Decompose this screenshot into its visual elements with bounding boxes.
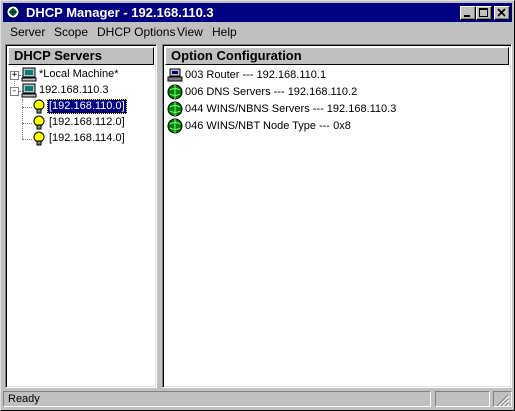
tree-item-scope-192-168-110-0[interactable]: [192.168.110.0]	[30, 99, 154, 115]
menu-server[interactable]: Server	[10, 25, 45, 40]
dhcp-servers-header: DHCP Servers	[8, 47, 154, 65]
dhcp-app-icon[interactable]	[6, 5, 20, 19]
menu-help[interactable]: Help	[212, 25, 237, 40]
tree-item-label: *Local Machine*	[39, 68, 119, 80]
window-title: DHCP Manager - 192.168.110.3	[26, 5, 214, 20]
status-bar: Ready	[3, 390, 512, 408]
title-bar[interactable]: DHCP Manager - 192.168.110.3	[3, 3, 512, 22]
option-text: 006 DNS Servers --- 192.168.110.2	[185, 86, 358, 98]
status-pane-main: Ready	[3, 391, 431, 407]
scope-option-icon	[167, 118, 183, 139]
menu-scope[interactable]: Scope	[54, 25, 88, 40]
tree-item-server-192-168-110-3[interactable]: - 192.168.110.3	[10, 83, 154, 99]
tree-item-label: [192.168.114.0]	[49, 132, 125, 144]
tree-item-local-machine[interactable]: + *Local Machine*	[10, 67, 154, 83]
minimize-button[interactable]	[460, 6, 476, 20]
option-text: 003 Router --- 192.168.110.1	[185, 69, 327, 81]
option-row-044-wins-nbns-servers[interactable]: 044 WINS/NBNS Servers --- 192.168.110.3	[167, 101, 507, 118]
expand-button[interactable]: +	[10, 71, 19, 80]
option-text: 046 WINS/NBT Node Type --- 0x8	[185, 120, 351, 132]
status-pane-secondary	[435, 391, 490, 407]
option-configuration-panel: Option Configuration 003 Router --- 192.…	[162, 44, 512, 388]
size-grip-icon	[496, 394, 510, 406]
menu-view[interactable]: View	[177, 25, 203, 40]
close-icon	[497, 8, 506, 17]
minimize-icon	[464, 15, 470, 17]
maximize-button[interactable]	[476, 6, 492, 20]
menu-dhcp-options[interactable]: DHCP Options	[97, 25, 175, 40]
option-row-003-router[interactable]: 003 Router --- 192.168.110.1	[167, 67, 507, 84]
tree-item-scope-192-168-112-0[interactable]: [192.168.112.0]	[30, 115, 154, 131]
size-grip[interactable]	[493, 391, 512, 407]
option-text: 044 WINS/NBNS Servers --- 192.168.110.3	[185, 103, 397, 115]
lightbulb-icon	[32, 131, 46, 151]
tree-item-label: [192.168.112.0]	[49, 116, 125, 128]
tree-connector	[22, 99, 23, 139]
close-button[interactable]	[494, 6, 510, 20]
maximize-icon	[479, 8, 488, 17]
dhcp-manager-window: DHCP Manager - 192.168.110.3 Server Scop…	[0, 0, 515, 411]
option-row-006-dns-servers[interactable]: 006 DNS Servers --- 192.168.110.2	[167, 84, 507, 101]
option-row-046-wins-nbt-node-type[interactable]: 046 WINS/NBT Node Type --- 0x8	[167, 118, 507, 135]
option-configuration-header: Option Configuration	[165, 47, 509, 65]
menu-bar: Server Scope DHCP Options View Help	[3, 23, 512, 42]
tree-item-scope-192-168-114-0[interactable]: [192.168.114.0]	[30, 131, 154, 147]
dhcp-servers-panel: DHCP Servers + *Local Machine* - 192.168…	[5, 44, 157, 388]
collapse-button[interactable]: -	[10, 87, 19, 96]
tree-item-label: 192.168.110.3	[39, 84, 109, 96]
status-text: Ready	[8, 393, 40, 405]
tree-item-label: [192.168.110.0]	[47, 99, 127, 114]
